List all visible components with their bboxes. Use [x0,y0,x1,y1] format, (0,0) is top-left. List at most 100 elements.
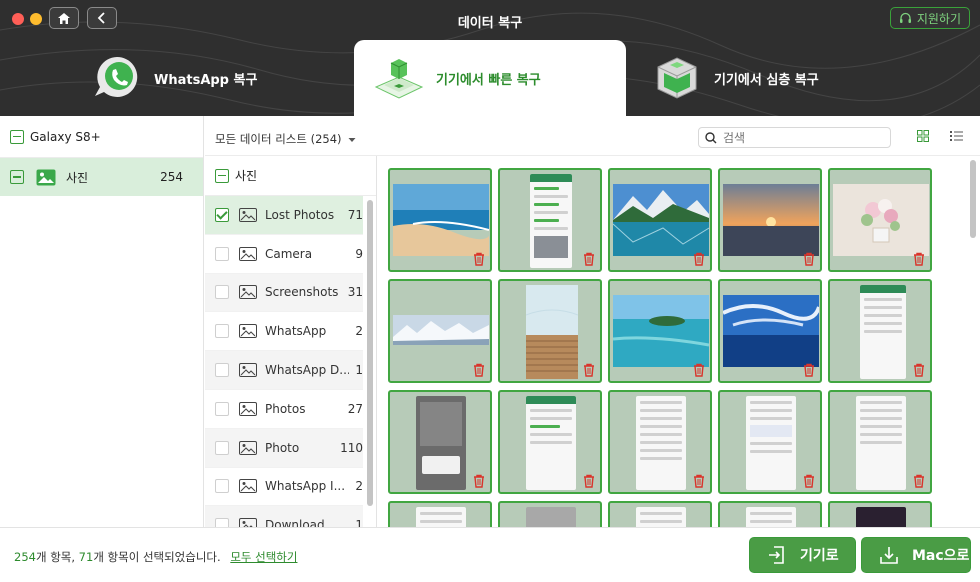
album-checkbox[interactable] [215,479,229,494]
filter-label: 모든 데이터 리스트 (254) [215,132,342,146]
album-item[interactable]: Photo 110 [205,428,363,468]
album-item[interactable]: Lost Photos 71 [205,196,363,235]
album-header-checkbox[interactable] [215,168,229,183]
album-checkbox[interactable] [215,324,229,339]
album-item[interactable]: WhatsApp I... 2 [205,468,363,507]
trash-icon[interactable] [692,474,706,488]
album-checkbox[interactable] [215,401,229,416]
image-icon [239,324,257,339]
category-partial-checkbox[interactable] [10,170,24,184]
grid-view-icon[interactable] [917,130,929,142]
trash-icon[interactable] [472,252,486,266]
album-list: 사진 Lost Photos 71 Camera 9 Screenshots 31 What… [205,156,377,527]
album-name: Camera [265,246,313,261]
tab-label: 기기에서 빠른 복구 [436,72,541,88]
data-filter-dropdown[interactable]: 모든 데이터 리스트 (254) [215,131,356,147]
trash-icon[interactable] [692,363,706,377]
thumbnail-item[interactable] [388,390,492,494]
thumbnail-item[interactable] [718,279,822,383]
thumbnail-item[interactable] [388,168,492,272]
ocean-sky-photo [723,295,819,367]
thumbnail-item[interactable] [718,390,822,494]
trash-icon[interactable] [912,252,926,266]
thumbnail-item[interactable] [828,501,932,527]
app-screenshot [746,507,796,527]
trash-icon[interactable] [912,363,926,377]
album-name: Download [265,518,325,527]
thumbnail-item[interactable] [498,168,602,272]
recover-to-mac-button[interactable]: Mac으로 [861,537,971,573]
album-item[interactable]: Screenshots 31 [205,273,363,313]
album-item[interactable]: WhatsApp 2 [205,312,363,352]
trash-icon[interactable] [582,363,596,377]
search-box[interactable] [698,127,891,148]
trash-icon[interactable] [802,474,816,488]
thumbnail-item[interactable] [828,279,932,383]
device-sidebar: Galaxy S8+ 사진 254 [0,116,204,527]
quick-recovery-cube-icon [374,59,424,99]
image-icon [239,207,257,222]
album-checkbox[interactable] [215,246,229,261]
album-name: Photo [265,440,300,455]
trash-icon[interactable] [692,252,706,266]
tropical-island-photo [613,295,709,367]
search-icon [705,131,717,143]
category-photos[interactable]: 사진 254 [0,158,203,196]
trash-icon[interactable] [472,474,486,488]
thumbnail-item[interactable] [608,168,712,272]
trash-icon[interactable] [912,474,926,488]
selected-count: 71 [78,550,94,564]
tab-quick-recovery[interactable]: 기기에서 빠른 복구 [354,40,626,116]
thumbnail-item[interactable] [498,390,602,494]
image-icon [239,479,257,494]
thumbnail-item[interactable] [498,501,602,527]
album-checkbox[interactable] [215,440,229,455]
selected-suffix: 개 항목이 선택되었습니다. [93,550,221,564]
device-partial-checkbox[interactable] [10,129,24,144]
trash-icon[interactable] [582,252,596,266]
thumbnail-item[interactable] [718,501,822,527]
album-list-scrollbar[interactable] [367,200,373,506]
album-checkbox[interactable] [215,285,229,300]
search-input[interactable] [723,130,883,145]
trash-icon[interactable] [802,363,816,377]
album-checkbox[interactable] [215,363,229,378]
support-button[interactable]: 지원하기 [889,7,970,29]
thumbnail-item[interactable] [828,390,932,494]
thumbnail-item[interactable] [608,390,712,494]
album-list-header[interactable]: 사진 [205,156,376,196]
trash-icon[interactable] [802,252,816,266]
image-icon [239,363,257,378]
album-checkbox[interactable] [215,207,229,222]
tab-label: 기기에서 심층 복구 [714,72,819,88]
thumbnail-grid-scrollbar[interactable] [970,160,976,238]
deep-recovery-cube-icon [657,57,697,99]
album-item[interactable]: Photos 27 [205,390,363,429]
thumbnail-item[interactable] [388,501,492,527]
total-suffix: 개 항목, [35,550,79,564]
dialog-screenshot [416,396,466,490]
album-count: 27 [347,401,363,416]
thumbnail-item[interactable] [388,279,492,383]
thumbnail-item[interactable] [828,168,932,272]
thumbnail-item[interactable] [608,279,712,383]
trash-icon[interactable] [472,363,486,377]
thumbnail-item[interactable] [498,279,602,383]
support-label: 지원하기 [916,11,961,26]
thumbnail-item[interactable] [608,501,712,527]
headset-icon [899,12,911,23]
album-item[interactable]: WhatsApp D... 1 [205,351,363,390]
album-item[interactable]: Download 1 [205,506,363,527]
recover-to-device-button[interactable]: 기기로 [749,537,856,573]
trash-icon[interactable] [582,474,596,488]
tab-whatsapp-recovery[interactable]: WhatsApp 복구 [90,40,352,116]
select-all-link[interactable]: 모두 선택하기 [230,550,297,564]
album-checkbox[interactable] [215,518,229,527]
album-header-label: 사진 [235,169,258,183]
device-row[interactable]: Galaxy S8+ [0,116,203,158]
thumbnail-item[interactable] [718,168,822,272]
list-view-icon[interactable] [950,130,963,142]
app-screenshot [636,507,686,527]
album-item[interactable]: Camera 9 [205,235,363,274]
tab-deep-recovery[interactable]: 기기에서 심층 복구 [650,40,950,116]
